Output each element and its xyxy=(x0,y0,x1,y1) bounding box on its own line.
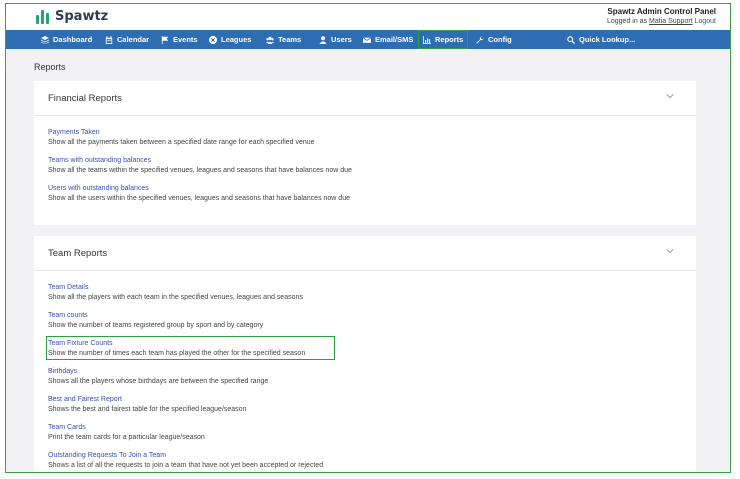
nav-config[interactable]: Config xyxy=(476,30,512,49)
quick-lookup[interactable]: Quick Lookup... xyxy=(567,30,635,49)
report-link[interactable]: Users with outstanding balances xyxy=(48,184,682,193)
app-name: Spawtz xyxy=(55,9,109,24)
report-link[interactable]: Teams with outstanding balances xyxy=(48,156,682,165)
search-icon xyxy=(567,35,575,44)
nav-reports[interactable]: Reports xyxy=(418,30,469,49)
wrench-icon xyxy=(476,35,484,44)
report-link[interactable]: Team Cards xyxy=(48,423,682,432)
report-description: Show all the payments taken between a sp… xyxy=(48,139,315,146)
report-description: Show all the players with each team in t… xyxy=(48,294,303,301)
report-item: Team Details Show all the players with e… xyxy=(48,283,682,302)
report-link[interactable]: Team Fixture Counts xyxy=(48,339,682,348)
report-link[interactable]: Birthdays xyxy=(48,367,682,376)
logo-icon xyxy=(36,9,49,24)
top-bar: Spawtz Spawtz Admin Control Panel Logged… xyxy=(6,4,730,30)
chevron-down-icon[interactable] xyxy=(666,92,674,100)
logged-in-prefix: Logged in as xyxy=(606,18,648,25)
nav-dashboard[interactable]: Dashboard xyxy=(41,30,92,49)
report-description: Show all the teams within the specified … xyxy=(48,167,352,174)
flag-icon xyxy=(161,35,169,44)
nav-label: Leagues xyxy=(221,35,252,44)
report-item: Team counts Show the number of teams reg… xyxy=(48,311,682,330)
report-item: Best and Fairest Report Shows the best a… xyxy=(48,395,682,414)
app-frame: Spawtz Spawtz Admin Control Panel Logged… xyxy=(5,3,731,473)
users-icon xyxy=(266,36,274,44)
chart-icon xyxy=(423,35,431,44)
envelope-icon xyxy=(363,36,371,43)
report-description: Show the number of teams registered grou… xyxy=(48,322,264,329)
main-content: Reports Financial Reports Payments Taken… xyxy=(6,49,730,472)
report-link[interactable]: Payments Taken xyxy=(48,128,682,137)
login-status: Logged in as Matia Support Logout xyxy=(607,18,716,25)
report-link[interactable]: Team counts xyxy=(48,311,682,320)
quick-lookup-label: Quick Lookup... xyxy=(579,35,636,44)
report-link[interactable]: Best and Fairest Report xyxy=(48,395,682,404)
report-link[interactable]: Outstanding Requests To Join a Team xyxy=(48,451,682,460)
card-title: Financial Reports xyxy=(48,93,122,104)
logout-link[interactable]: Logout xyxy=(695,18,716,25)
nav-label: Calendar xyxy=(117,35,150,44)
nav-label: Teams xyxy=(278,35,302,44)
nav-teams[interactable]: Teams xyxy=(266,30,301,49)
report-link[interactable]: Team Details xyxy=(48,283,682,292)
chevron-down-icon[interactable] xyxy=(666,247,674,255)
report-description: Show the number of times each team has p… xyxy=(48,350,306,357)
nav-leagues[interactable]: Leagues xyxy=(209,30,251,49)
user-link[interactable]: Matia Support xyxy=(649,18,693,25)
report-item: Team Cards Print the team cards for a pa… xyxy=(48,423,682,442)
nav-label: Email/SMS xyxy=(375,35,414,44)
report-item: Teams with outstanding balances Show all… xyxy=(48,156,682,175)
nav-email-sms[interactable]: Email/SMS xyxy=(363,30,413,49)
card-header[interactable]: Financial Reports xyxy=(34,81,696,116)
report-item: Birthdays Shows all the players whose bi… xyxy=(48,367,682,386)
page-title: Reports xyxy=(34,62,66,72)
report-description: Shows the best and fairest table for the… xyxy=(48,406,247,413)
user-icon xyxy=(319,35,327,44)
report-item: Outstanding Requests To Join a Team Show… xyxy=(48,451,682,470)
card-body: Payments Taken Show all the payments tak… xyxy=(34,116,696,224)
team-reports-card: Team Reports Team Details Show all the p… xyxy=(34,236,696,472)
report-item-highlighted: Team Fixture Counts Show the number of t… xyxy=(46,336,682,360)
card-title: Team Reports xyxy=(48,248,108,259)
card-header[interactable]: Team Reports xyxy=(34,236,696,271)
report-item: Payments Taken Show all the payments tak… xyxy=(48,128,682,147)
report-item: Users with outstanding balances Show all… xyxy=(48,184,682,203)
nav-label: Events xyxy=(173,35,198,44)
report-description: Shows a list of all the requests to join… xyxy=(48,462,324,469)
report-description: Show all the users within the specified … xyxy=(48,195,350,202)
logo[interactable]: Spawtz xyxy=(36,9,108,24)
main-nav: Dashboard Calendar Events Leagues Teams … xyxy=(6,30,730,49)
nav-users[interactable]: Users xyxy=(319,30,352,49)
nav-events[interactable]: Events xyxy=(161,30,198,49)
nav-label: Dashboard xyxy=(53,35,93,44)
admin-info: Spawtz Admin Control Panel Logged in as … xyxy=(607,7,716,25)
report-description: Shows all the players whose birthdays ar… xyxy=(48,378,269,385)
nav-label: Config xyxy=(488,35,512,44)
layers-icon xyxy=(41,35,49,44)
nav-label: Reports xyxy=(435,35,464,44)
ball-icon xyxy=(209,35,217,44)
calendar-icon xyxy=(105,35,113,44)
nav-label: Users xyxy=(331,35,352,44)
financial-reports-card: Financial Reports Payments Taken Show al… xyxy=(34,81,696,225)
nav-calendar[interactable]: Calendar xyxy=(105,30,149,49)
admin-title: Spawtz Admin Control Panel xyxy=(607,7,716,16)
report-description: Print the team cards for a particular le… xyxy=(48,434,205,441)
card-body: Team Details Show all the players with e… xyxy=(34,271,696,472)
